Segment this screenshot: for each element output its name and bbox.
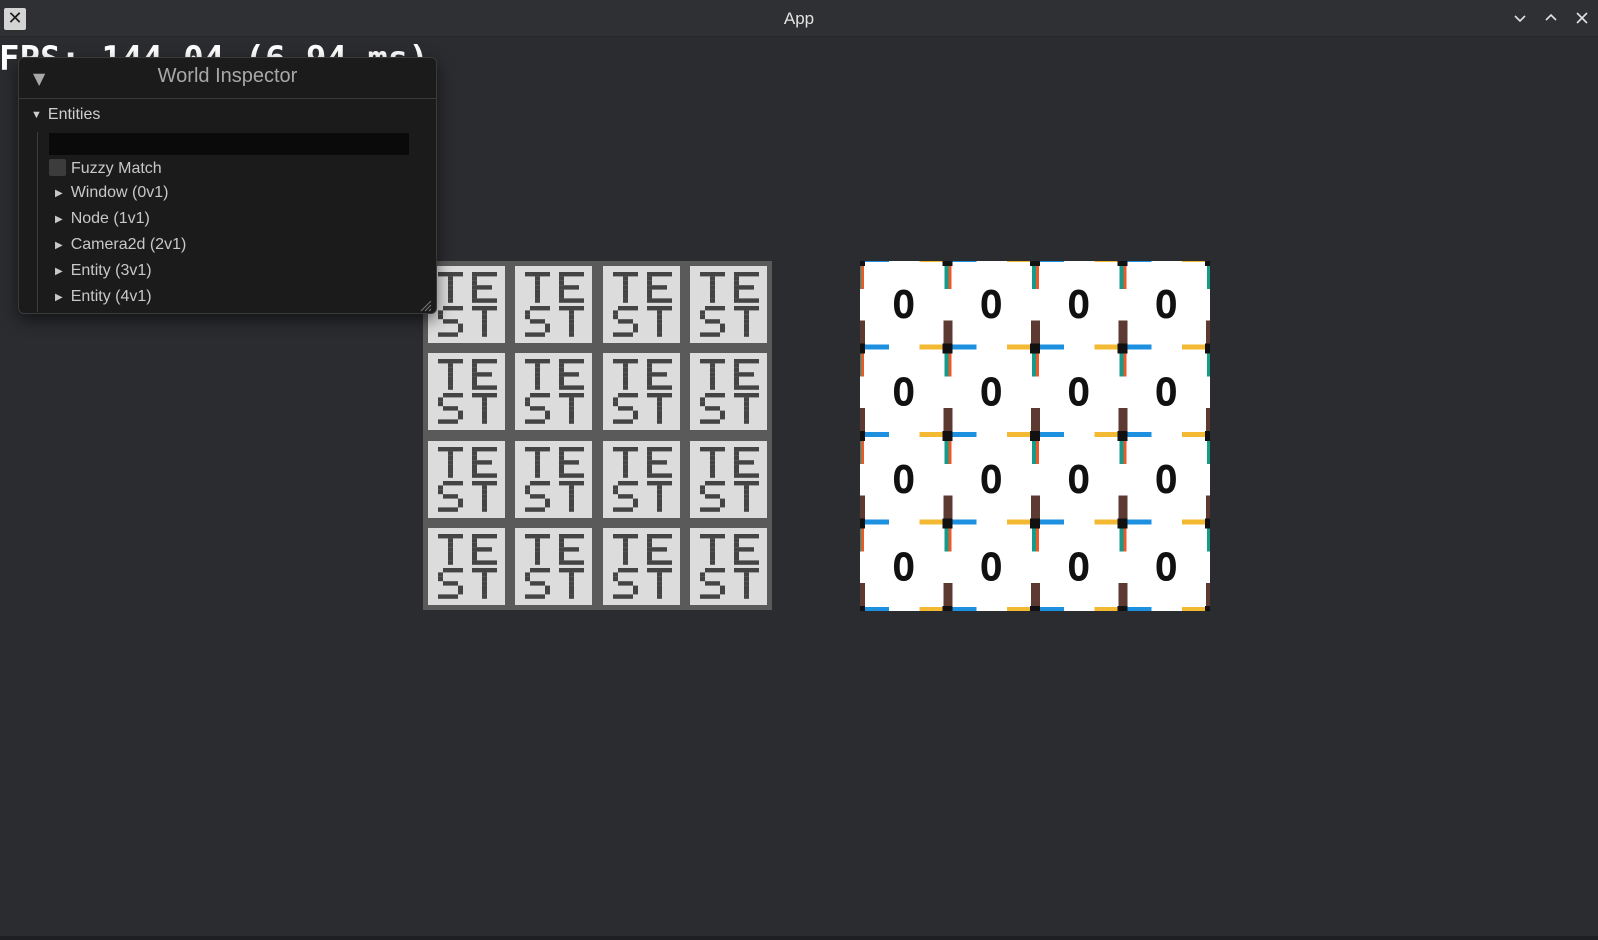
triangle-right-icon: ▶ xyxy=(55,240,63,251)
cross-marker xyxy=(1094,408,1152,464)
o-glyph: O xyxy=(1067,458,1090,502)
test-sprite-tile xyxy=(428,353,505,431)
cross-marker xyxy=(919,261,977,289)
test-sprite-tile xyxy=(515,527,593,605)
entity-label: Entity (4v1) xyxy=(70,288,152,305)
entities-label: Entities xyxy=(47,106,101,123)
entity-row-entity-3[interactable]: ▶ Entity (3v1) xyxy=(55,262,152,282)
cross-marker xyxy=(1182,583,1210,611)
window-title: App xyxy=(783,9,815,28)
cross-marker xyxy=(1182,408,1210,464)
cross-marker xyxy=(1007,583,1064,611)
test-sprite-tile xyxy=(689,440,767,518)
cross-marker xyxy=(860,583,889,611)
entity-label: Camera2d (2v1) xyxy=(70,236,187,253)
cross-marker xyxy=(860,495,889,552)
test-sprite-tile xyxy=(515,353,593,431)
entity-label: Entity (3v1) xyxy=(70,262,152,279)
test-sprite-tile xyxy=(428,440,505,518)
entity-row-node[interactable]: ▶ Node (1v1) xyxy=(55,210,150,230)
o-glyph: O xyxy=(1067,370,1090,414)
cross-marker xyxy=(919,320,977,377)
cross-marker xyxy=(860,320,889,377)
o-glyph: O xyxy=(980,370,1003,414)
o-glyph: O xyxy=(980,283,1003,327)
bottom-edge-strip xyxy=(0,936,1598,940)
o-glyph: O xyxy=(892,458,915,502)
o-sprite-grid: OOOOOOOOOOOOOOOO xyxy=(860,261,1210,611)
cross-marker xyxy=(860,261,889,289)
o-glyph: O xyxy=(892,370,915,414)
minimize-icon[interactable] xyxy=(1512,10,1528,26)
tree-indent-line xyxy=(37,132,38,312)
triangle-right-icon: ▶ xyxy=(55,188,63,199)
test-sprite-tile xyxy=(602,266,680,343)
title-bar: ✕ App xyxy=(0,0,1598,37)
o-glyph: O xyxy=(980,458,1003,502)
triangle-right-icon: ▶ xyxy=(55,214,63,225)
o-glyph: O xyxy=(892,283,915,327)
test-sprite-tile xyxy=(428,266,505,343)
test-sprite-tile xyxy=(515,440,593,518)
entity-label: Node (1v1) xyxy=(70,210,150,227)
test-sprite-tile xyxy=(689,527,767,605)
o-glyph: O xyxy=(1155,458,1178,502)
cross-marker xyxy=(1094,320,1152,377)
o-glyph: O xyxy=(1067,545,1090,589)
o-glyph: O xyxy=(1155,283,1178,327)
test-sprite-tile xyxy=(428,527,505,605)
cross-marker xyxy=(1182,261,1210,289)
cross-marker xyxy=(1007,320,1064,377)
entities-section-header[interactable]: ▼ Entities xyxy=(31,106,100,126)
cross-marker xyxy=(860,408,889,464)
cross-marker xyxy=(919,408,977,464)
triangle-down-icon: ▼ xyxy=(31,109,42,121)
cross-marker xyxy=(1094,583,1152,611)
fuzzy-match-checkbox[interactable]: Fuzzy Match xyxy=(49,159,162,179)
entity-row-window[interactable]: ▶ Window (0v1) xyxy=(55,184,169,204)
entity-label: Window (0v1) xyxy=(70,184,169,201)
triangle-right-icon: ▶ xyxy=(55,292,63,303)
o-glyph: O xyxy=(1155,545,1178,589)
cross-marker xyxy=(1007,408,1064,464)
fuzzy-match-label: Fuzzy Match xyxy=(71,160,162,177)
cross-marker xyxy=(919,495,977,552)
test-sprite-tile xyxy=(602,353,680,431)
cross-marker xyxy=(1094,495,1152,552)
entity-search-input[interactable] xyxy=(49,133,409,155)
test-sprite-tile xyxy=(602,440,680,518)
o-glyph: O xyxy=(1067,283,1090,327)
close-icon[interactable] xyxy=(1574,10,1590,26)
cross-marker xyxy=(919,583,977,611)
world-inspector-window[interactable]: ▼ World Inspector ▼ Entities Fuzzy Match … xyxy=(18,57,437,314)
o-glyph: O xyxy=(1155,370,1178,414)
cross-marker xyxy=(1007,261,1064,289)
resize-grip-icon[interactable] xyxy=(420,297,432,312)
test-sprite-tile xyxy=(689,266,767,343)
entity-row-entity-4[interactable]: ▶ Entity (4v1) xyxy=(55,288,152,308)
test-sprite-tile xyxy=(515,266,593,343)
triangle-right-icon: ▶ xyxy=(55,266,63,277)
cross-marker xyxy=(1007,495,1064,552)
inspector-title: World Inspector xyxy=(157,65,298,87)
test-sprite-tile xyxy=(602,527,680,605)
cross-marker xyxy=(1182,495,1210,552)
o-glyph: O xyxy=(892,545,915,589)
cross-marker xyxy=(1094,261,1152,289)
o-glyph: O xyxy=(980,545,1003,589)
inspector-header[interactable]: ▼ World Inspector xyxy=(19,58,436,99)
cross-marker xyxy=(1182,320,1210,377)
checkbox-box[interactable] xyxy=(49,159,66,176)
entity-row-camera2d[interactable]: ▶ Camera2d (2v1) xyxy=(55,236,186,256)
test-sprite-grid xyxy=(423,261,772,610)
test-sprite-tile xyxy=(689,353,767,431)
maximize-icon[interactable] xyxy=(1543,10,1559,26)
